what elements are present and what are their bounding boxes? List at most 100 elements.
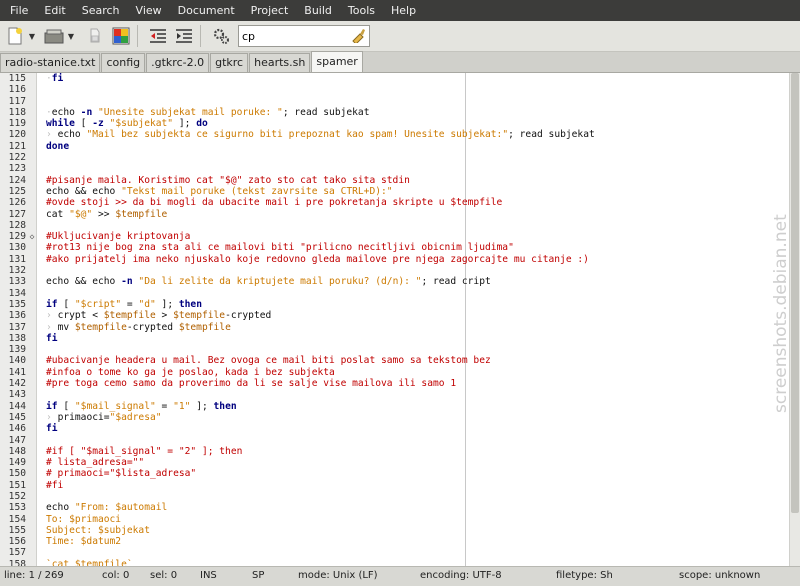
code-line[interactable]: 145 › primaoci="$adresa": [0, 412, 800, 423]
code-line[interactable]: 136 › crypt < $tempfile > $tempfile-crypt…: [0, 310, 800, 321]
code-line[interactable]: 155 Subject: $subjekat: [0, 525, 800, 536]
open-file-dropdown-icon[interactable]: ▼: [66, 25, 76, 47]
code-line[interactable]: 154 To: $primaoci: [0, 514, 800, 525]
code-line[interactable]: 135 if [ "$cript" = "d" ]; then: [0, 299, 800, 310]
code-text: › echo "Mail bez subjekta ce sigurno bit…: [46, 129, 595, 141]
code-line[interactable]: 132: [0, 265, 800, 276]
code-line[interactable]: 127 cat "$@" >> $tempfile: [0, 209, 800, 220]
line-number: 155: [8, 524, 26, 536]
code-line[interactable]: 123: [0, 163, 800, 174]
search-field[interactable]: [238, 25, 370, 47]
code-line[interactable]: 131 #ako prijatelj ima neko njuskalo koje…: [0, 254, 800, 265]
code-line[interactable]: 119 while [ -z "$subjekat" ]; do: [0, 118, 800, 129]
code-line[interactable]: 141 #infoa o tome ko ga je poslao, kada i…: [0, 367, 800, 378]
code-line[interactable]: 125 echo && echo "Tekst mail poruke (teks…: [0, 186, 800, 197]
menubar: File Edit Search View Document Project Build To…: [0, 0, 800, 21]
menu-tools[interactable]: Tools: [340, 0, 383, 21]
code-text: # primaoci="$lista_adresa": [46, 468, 197, 480]
search-input[interactable]: [239, 29, 350, 43]
code-line[interactable]: 133 echo && echo -n "Da li zelite da krip…: [0, 276, 800, 287]
code-line[interactable]: 134: [0, 288, 800, 299]
code-line[interactable]: 153 echo "From: $automail: [0, 502, 800, 513]
code-line[interactable]: 122: [0, 152, 800, 163]
code-line[interactable]: 151 #fi: [0, 480, 800, 491]
line-number: 136: [8, 310, 26, 322]
code-line[interactable]: 129 ◇ #Ukljucivanje kriptovanja: [0, 231, 800, 242]
menu-project[interactable]: Project: [243, 0, 297, 21]
new-file-icon[interactable]: [4, 25, 26, 47]
line-number: 131: [8, 253, 26, 265]
code-line[interactable]: 147: [0, 435, 800, 446]
save-icon[interactable]: [84, 25, 106, 47]
open-file-icon[interactable]: [43, 25, 65, 47]
tab-hearts-sh[interactable]: hearts.sh: [249, 53, 311, 72]
menu-edit[interactable]: Edit: [36, 0, 73, 21]
code-line[interactable]: 120 › echo "Mail bez subjekta ce sigurno …: [0, 129, 800, 140]
code-text: echo && echo "Tekst mail poruke (tekst z…: [46, 185, 393, 197]
tab-config[interactable]: config: [101, 53, 146, 72]
menu-build[interactable]: Build: [296, 0, 340, 21]
code-line[interactable]: 144 if [ "$mail_signal" = "1" ]; then: [0, 401, 800, 412]
fold-marker-icon[interactable]: ◇: [29, 231, 35, 242]
preferences-icon[interactable]: [210, 25, 232, 47]
code-line[interactable]: 115 ·fi: [0, 73, 800, 84]
code-line[interactable]: 118 ·echo -n "Unesite subjekat mail poruk…: [0, 107, 800, 118]
code-area[interactable]: 115 ·fi 116 117 118 ·echo -n "Unesite subjeka…: [0, 73, 800, 566]
line-number: 148: [8, 445, 26, 457]
line-number: 133: [8, 276, 26, 288]
line-number: 115: [8, 73, 26, 84]
code-line[interactable]: 157: [0, 547, 800, 558]
line-number: 153: [8, 502, 26, 514]
code-line[interactable]: 158 `cat $tempfile`: [0, 559, 800, 566]
line-number: 135: [8, 298, 26, 310]
code-line[interactable]: 116: [0, 84, 800, 95]
code-text: echo "From: $automail: [46, 502, 168, 514]
menu-file[interactable]: File: [0, 0, 36, 21]
new-file-dropdown-icon[interactable]: ▼: [27, 25, 37, 47]
code-line[interactable]: 137 › mv $tempfile-crypted $tempfile: [0, 322, 800, 333]
code-line[interactable]: 152: [0, 491, 800, 502]
code-line[interactable]: 142 #pre toga cemo samo da proverimo da l…: [0, 378, 800, 389]
code-line[interactable]: 128: [0, 220, 800, 231]
search-clear-icon[interactable]: [350, 27, 366, 46]
code-line[interactable]: 140 #ubacivanje headera u mail. Bez ovoga…: [0, 355, 800, 366]
unindent-icon[interactable]: [147, 25, 169, 47]
code-line[interactable]: 146 fi: [0, 423, 800, 434]
menu-document[interactable]: Document: [170, 0, 243, 21]
code-line[interactable]: 150 # primaoci="$lista_adresa": [0, 468, 800, 479]
code-text: # lista_adresa="": [46, 457, 145, 469]
code-line[interactable]: 126 #ovde stoji >> da bi mogli da ubacite…: [0, 197, 800, 208]
code-line[interactable]: 148 #if [ "$mail_signal" = "2" ]; then: [0, 446, 800, 457]
code-line[interactable]: 117: [0, 96, 800, 107]
tab-spamer[interactable]: spamer: [311, 51, 363, 72]
editor[interactable]: 115 ·fi 116 117 118 ·echo -n "Unesite subjeka…: [0, 73, 800, 566]
code-text: #infoa o tome ko ga je poslao, kada i be…: [46, 366, 335, 378]
tab-radio-stanice-txt[interactable]: radio-stanice.txt: [0, 53, 101, 72]
code-line[interactable]: 121 done: [0, 141, 800, 152]
tab-gtkrc-2-0[interactable]: .gtkrc-2.0: [146, 53, 210, 72]
code-line[interactable]: 138 fi: [0, 333, 800, 344]
line-number: 145: [8, 411, 26, 423]
code-line[interactable]: 149 # lista_adresa="": [0, 457, 800, 468]
document-tabs: radio-stanice.txt config .gtkrc-2.0 gtkrc he…: [0, 51, 800, 73]
code-line[interactable]: 130 #rot13 nije bog zna sta ali ce mailov…: [0, 242, 800, 253]
code-line[interactable]: 143: [0, 389, 800, 400]
menu-view[interactable]: View: [128, 0, 170, 21]
menu-search[interactable]: Search: [74, 0, 128, 21]
status-scope: scope: unknown: [679, 570, 761, 581]
line-number: 129: [8, 231, 26, 243]
code-text: echo && echo -n "Da li zelite da kriptuj…: [46, 276, 491, 288]
menu-help[interactable]: Help: [383, 0, 424, 21]
code-line[interactable]: 156 Time: $datum2: [0, 536, 800, 547]
code-line[interactable]: 139: [0, 344, 800, 355]
indent-icon[interactable]: [173, 25, 195, 47]
code-text: if [ "$mail_signal" = "1" ]; then: [46, 400, 237, 412]
code-line[interactable]: 124 #pisanje maila. Koristimo cat "$@" za…: [0, 175, 800, 186]
code-text: #pisanje maila. Koristimo cat "$@" zato …: [46, 174, 410, 186]
tab-gtkrc[interactable]: gtkrc: [210, 53, 249, 72]
line-number: 125: [8, 185, 26, 197]
scrollbar-thumb[interactable]: [791, 73, 799, 513]
color-chooser-icon[interactable]: [110, 25, 132, 47]
line-number: 116: [8, 84, 26, 96]
line-number: 150: [8, 468, 26, 480]
